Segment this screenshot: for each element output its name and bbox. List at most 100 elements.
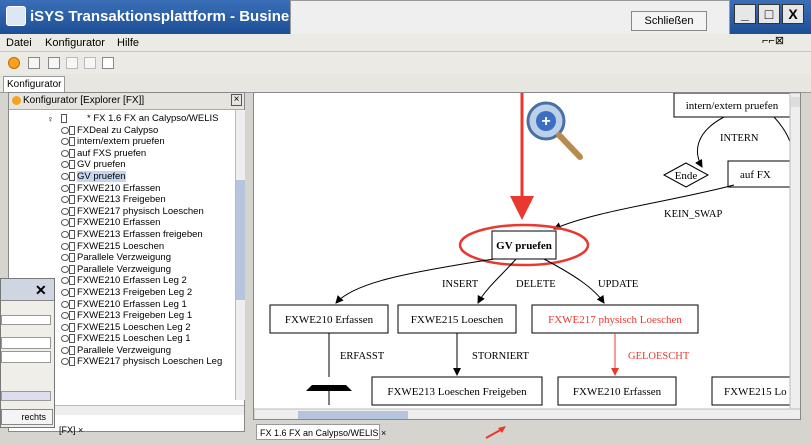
- edge-label-storniert: STORNIERT: [472, 351, 530, 362]
- paste-special-icon[interactable]: [84, 57, 96, 69]
- node-toggle-icon[interactable]: [61, 300, 69, 308]
- doc-icon: [69, 206, 75, 216]
- explorer-tab[interactable]: [FX] ×: [59, 425, 83, 435]
- tree-root[interactable]: ♀ * FX 1.6 FX an Calypso/WELIS: [39, 113, 235, 125]
- tree-item-label: FXWE213 Freigeben: [77, 194, 166, 206]
- menu-datei[interactable]: Datei: [6, 37, 32, 49]
- tree-item[interactable]: FXWE210 Erfassen: [39, 183, 235, 195]
- panel-close-icon[interactable]: ×: [231, 94, 242, 106]
- diagram-canvas[interactable]: intern/extern pruefen INTERN Ende auf FX…: [253, 92, 801, 420]
- tree-item[interactable]: FXWE217 physisch Loeschen: [39, 206, 235, 218]
- screen-icon[interactable]: [28, 57, 40, 69]
- doc-icon: [69, 171, 75, 181]
- node-toggle-icon[interactable]: [61, 219, 69, 227]
- node-toggle-icon[interactable]: [61, 172, 69, 180]
- close-window-button[interactable]: X: [782, 4, 804, 24]
- tree-item[interactable]: FXWE213 Erfassen freigeben: [39, 229, 235, 241]
- tree-item[interactable]: FXWE210 Erfassen Leg 2: [39, 275, 235, 287]
- doc-icon: [69, 345, 75, 355]
- node-toggle-icon[interactable]: [61, 254, 69, 262]
- tree-item[interactable]: FXWE215 Loeschen Leg 1: [39, 333, 235, 345]
- node-toggle-icon[interactable]: [61, 230, 69, 238]
- tree-item[interactable]: GV pruefen: [39, 159, 235, 171]
- edge-label-delete: DELETE: [516, 279, 556, 290]
- tab-diagram[interactable]: FX 1.6 FX an Calypso/WELIS ×: [256, 424, 386, 440]
- node-toggle-icon[interactable]: [61, 161, 69, 169]
- tree-item[interactable]: FXWE213 Freigeben Leg 2: [39, 287, 235, 299]
- menu-bar: Datei Konfigurator Hilfe: [0, 34, 811, 52]
- node-toggle-icon[interactable]: [61, 288, 69, 296]
- tree-item[interactable]: Parallele Verzweigung: [39, 264, 235, 276]
- node-toggle-icon[interactable]: [61, 126, 69, 134]
- explorer-vertical-scrollbar[interactable]: [235, 110, 245, 400]
- tree-item-label: FXWE215 Loeschen Leg 2: [77, 321, 191, 333]
- tree-item[interactable]: GV pruefen: [39, 170, 235, 183]
- close-icon[interactable]: ✕: [35, 282, 47, 299]
- tree-item[interactable]: auf FXS pruefen: [39, 148, 235, 160]
- node-toggle-icon[interactable]: [61, 242, 69, 250]
- node-toggle-icon[interactable]: [61, 277, 69, 285]
- tree-item[interactable]: FXWE210 Erfassen: [39, 217, 235, 229]
- node-toggle-icon[interactable]: [61, 335, 69, 343]
- document-window-controls[interactable]: ⌐⌐⊠: [762, 34, 784, 47]
- input-field[interactable]: [1, 337, 51, 349]
- sub-window-header: ✕: [1, 279, 54, 301]
- parallel-split-bar[interactable]: [306, 385, 352, 391]
- node-toggle-icon[interactable]: [61, 265, 69, 273]
- tree-item[interactable]: FXWE215 Loeschen: [39, 241, 235, 253]
- edge-label-insert: INSERT: [442, 279, 479, 290]
- orange-gear-icon[interactable]: [8, 57, 20, 69]
- node-toggle-icon[interactable]: [61, 312, 69, 320]
- doc-icon: [69, 241, 75, 251]
- node-toggle-icon[interactable]: [61, 346, 69, 354]
- node-toggle-icon[interactable]: [61, 358, 69, 366]
- node-toggle-icon[interactable]: [61, 207, 69, 215]
- pointer-arrow-icon: [485, 426, 506, 439]
- tree-item[interactable]: FXWE217 physisch Loeschen Leg: [39, 356, 235, 368]
- input-field[interactable]: [1, 351, 51, 363]
- paste-icon[interactable]: [66, 57, 78, 69]
- input-field[interactable]: [1, 315, 51, 325]
- tree-item-label: intern/extern pruefen: [77, 136, 165, 148]
- tree-item[interactable]: intern/extern pruefen: [39, 136, 235, 148]
- node-toggle-icon[interactable]: [61, 184, 69, 192]
- node-toggle-icon[interactable]: [61, 323, 69, 331]
- tab-konfigurator[interactable]: Konfigurator: [3, 76, 65, 92]
- diagram-scroll-thumb[interactable]: [298, 411, 408, 419]
- scroll-thumb[interactable]: [236, 180, 245, 300]
- minimize-button[interactable]: _: [734, 4, 756, 24]
- doc-icon: [69, 148, 75, 158]
- tree-item[interactable]: FXDeal zu Calypso: [39, 125, 235, 137]
- doc-icon: [61, 114, 67, 123]
- diagram-vertical-scrollbar[interactable]: [789, 93, 801, 410]
- maximize-button[interactable]: □: [758, 4, 780, 24]
- menu-konfigurator[interactable]: Konfigurator: [45, 37, 105, 49]
- tree-item[interactable]: FXWE213 Freigeben: [39, 194, 235, 206]
- doc-icon: [69, 229, 75, 239]
- node-toggle-icon[interactable]: [61, 196, 69, 204]
- tree-item-label: FXWE217 physisch Loeschen Leg: [77, 356, 223, 368]
- tree-item[interactable]: Parallele Verzweigung: [39, 345, 235, 357]
- close-button[interactable]: Schließen: [631, 11, 707, 31]
- scrollbar[interactable]: [1, 391, 51, 401]
- menu-hilfe[interactable]: Hilfe: [117, 37, 139, 49]
- tree-item-label: FXWE210 Erfassen: [77, 182, 161, 194]
- tree-item[interactable]: FXWE215 Loeschen Leg 2: [39, 322, 235, 334]
- doc-icon: [69, 322, 75, 332]
- zoom-in-icon[interactable]: +: [526, 101, 583, 160]
- copy-icon[interactable]: [48, 57, 60, 69]
- node-toggle-icon[interactable]: [61, 138, 69, 146]
- tree-item[interactable]: FXWE213 Freigeben Leg 1: [39, 310, 235, 322]
- tree-item-label: auf FXS pruefen: [77, 147, 147, 159]
- square-icon[interactable]: [102, 57, 114, 69]
- explorer-title: Konfigurator [Explorer [FX]]: [23, 95, 145, 106]
- scroll-up-arrow[interactable]: [791, 97, 801, 107]
- tree-item-label: FXWE210 Erfassen: [77, 217, 161, 229]
- tree-item[interactable]: FXWE210 Erfassen Leg 1: [39, 299, 235, 311]
- node-toggle-icon[interactable]: [61, 149, 69, 157]
- tree-item[interactable]: Parallele Verzweigung: [39, 252, 235, 264]
- rechts-button[interactable]: rechts: [1, 409, 53, 425]
- edge-label-update: UPDATE: [598, 279, 638, 290]
- explorer-horizontal-scrollbar[interactable]: [54, 405, 244, 415]
- doc-icon: [69, 357, 75, 367]
